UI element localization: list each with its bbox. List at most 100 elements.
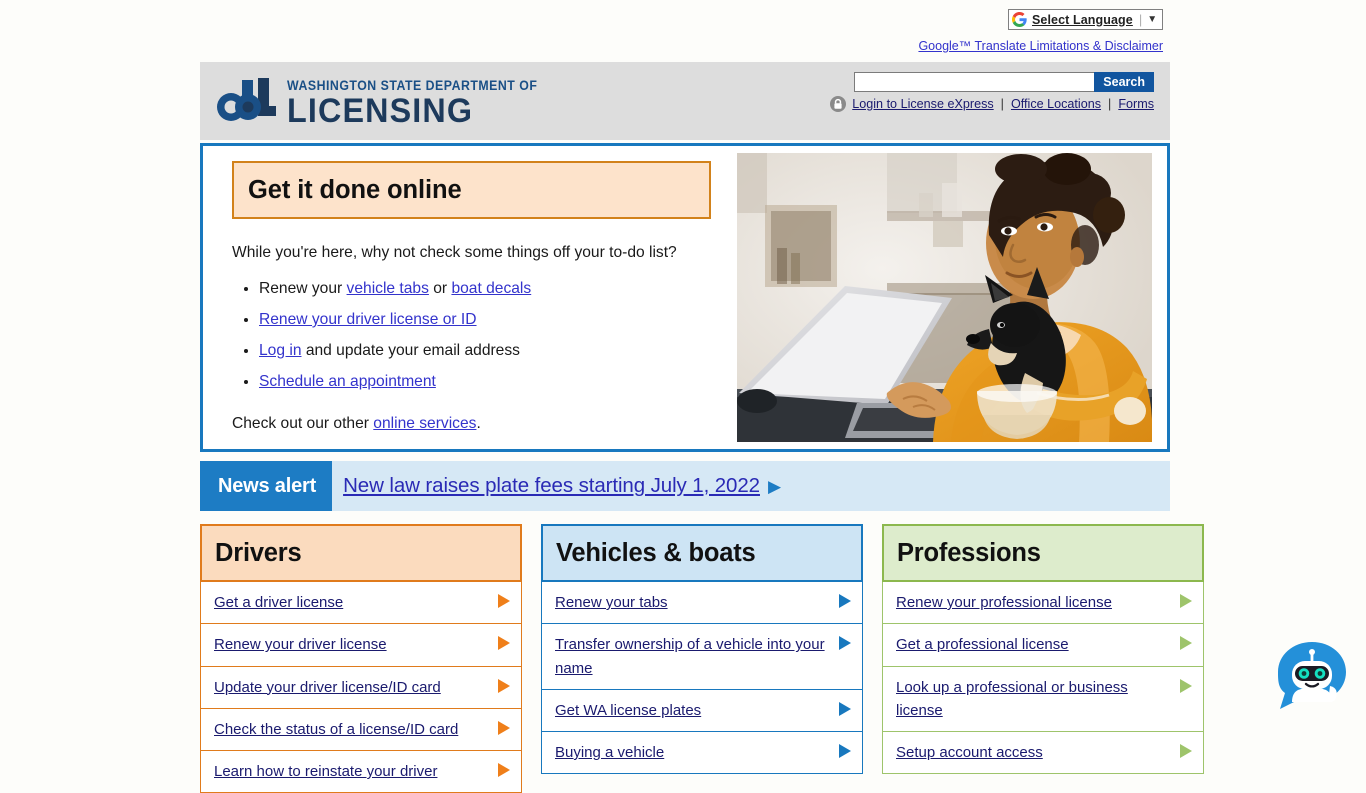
link-update-your-driver-license-id-card[interactable]: Update your driver license/ID card — [214, 676, 447, 699]
logo-line-department: WASHINGTON STATE DEPARTMENT OF — [287, 78, 538, 94]
link-renew-your-professional-license[interactable]: Renew your professional license — [896, 591, 1118, 614]
link-learn-how-to-reinstate-your-driver[interactable]: Learn how to reinstate your driver — [214, 760, 443, 783]
hero-outro-text: Check out our other online services. — [232, 415, 711, 433]
renew-driver-license-or-id-link[interactable]: Renew your driver license or ID — [259, 311, 477, 328]
link-setup-account-access[interactable]: Setup account access — [896, 741, 1049, 764]
chat-bot-icon — [1278, 642, 1346, 709]
boat-decals-link[interactable]: boat decals — [451, 280, 531, 297]
hero-task-list: Renew your vehicle tabs or boat decals R… — [232, 276, 711, 395]
vehicle-tabs-link[interactable]: vehicle tabs — [347, 280, 429, 297]
link-transfer-ownership-of-a-vehicle[interactable]: Transfer ownership of a vehicle into you… — [555, 633, 838, 680]
translate-disclaimer: Google™ Translate Limitations & Disclaim… — [0, 39, 1163, 53]
hero-item-2-suffix: and update your email address — [301, 341, 520, 359]
list-item[interactable]: Renew your professional license — [882, 582, 1204, 625]
card-vehicles-title: Vehicles & boats — [556, 538, 756, 567]
link-renew-your-tabs[interactable]: Renew your tabs — [555, 591, 674, 614]
list-item[interactable]: Get WA license plates — [541, 689, 863, 732]
card-drivers-list: Get a driver license Renew your driver l… — [200, 582, 522, 793]
link-separator-2: | — [1108, 97, 1112, 111]
play-arrow-icon — [838, 635, 852, 651]
link-check-the-status-of-a-license-id-card[interactable]: Check the status of a license/ID card — [214, 718, 464, 741]
play-arrow-icon — [497, 635, 511, 651]
card-professions-list: Renew your professional license Get a pr… — [882, 582, 1204, 775]
card-vehicles-and-boats: Vehicles & boats Renew your tabs Transfe… — [541, 524, 863, 775]
list-item[interactable]: Learn how to reinstate your driver — [200, 751, 522, 793]
select-language-separator: | — [1138, 12, 1143, 27]
login-license-express-link[interactable]: Login to License eXpress — [852, 97, 993, 111]
link-get-a-driver-license[interactable]: Get a driver license — [214, 591, 349, 614]
card-professions-header: Professions — [882, 524, 1204, 582]
play-arrow-icon — [497, 678, 511, 694]
link-renew-your-driver-license[interactable]: Renew your driver license — [214, 633, 393, 656]
hero-outro-suffix: . — [476, 415, 481, 432]
play-arrow-icon — [838, 593, 852, 609]
google-g-icon — [1012, 12, 1027, 27]
link-get-a-professional-license[interactable]: Get a professional license — [896, 633, 1075, 656]
select-language-dropdown[interactable]: Select Language | ▼ — [1008, 9, 1163, 30]
forms-link[interactable]: Forms — [1118, 97, 1154, 111]
office-locations-link[interactable]: Office Locations — [1011, 97, 1101, 111]
list-item[interactable]: Update your driver license/ID card — [200, 666, 522, 709]
logo-line-licensing: LICENSING — [287, 91, 474, 130]
play-arrow-icon — [497, 762, 511, 778]
play-arrow-icon — [838, 701, 852, 717]
list-item[interactable]: Get a professional license — [882, 624, 1204, 667]
hero-photo — [737, 153, 1152, 442]
link-buying-a-vehicle[interactable]: Buying a vehicle — [555, 741, 670, 764]
hero-item-0-mid: or — [428, 279, 452, 297]
card-drivers-header: Drivers — [200, 524, 522, 582]
hero-item-0-prefix: Renew your — [259, 279, 347, 297]
log-in-link[interactable]: Log in — [259, 342, 302, 359]
google-translate-bar: Select Language | ▼ Google™ Translate Li… — [0, 0, 1366, 56]
dol-logo-mark-icon — [215, 78, 277, 129]
play-arrow-icon — [1179, 743, 1193, 759]
list-item[interactable]: Check the status of a license/ID card — [200, 708, 522, 751]
news-alert-label: News alert — [200, 461, 333, 511]
list-item: Renew your vehicle tabs or boat decals — [259, 276, 711, 302]
link-look-up-a-professional-or-business-license[interactable]: Look up a professional or business licen… — [896, 676, 1179, 723]
play-arrow-icon: ▶ — [767, 476, 782, 496]
play-arrow-icon — [1179, 635, 1193, 651]
lock-icon — [830, 96, 847, 112]
list-item[interactable]: Renew your tabs — [541, 582, 863, 625]
news-alert-link[interactable]: New law raises plate fees starting July … — [343, 474, 760, 498]
list-item: Schedule an appointment — [259, 369, 711, 395]
hero-outro-prefix: Check out our other — [232, 415, 374, 432]
list-item[interactable]: Get a driver license — [200, 582, 522, 625]
search-input[interactable] — [854, 72, 1095, 92]
card-drivers: Drivers Get a driver license Renew your … — [200, 524, 522, 793]
play-arrow-icon — [497, 593, 511, 609]
online-services-link[interactable]: online services — [373, 415, 476, 432]
news-alert-body: New law raises plate fees starting July … — [332, 461, 781, 511]
header-utility-links: Login to License eXpress | Office Locati… — [830, 96, 1154, 112]
page-title: Get it done online — [248, 175, 462, 204]
hero-intro-text: While you're here, why not check some th… — [232, 244, 677, 261]
select-language-label: Select Language — [1032, 12, 1133, 27]
get-it-done-online-panel: Get it done online While you're here, wh… — [200, 143, 1170, 452]
card-drivers-title: Drivers — [215, 538, 302, 567]
link-get-wa-license-plates[interactable]: Get WA license plates — [555, 699, 707, 722]
hero-banner: Get it done online — [232, 161, 711, 219]
schedule-an-appointment-link[interactable]: Schedule an appointment — [259, 373, 436, 390]
play-arrow-icon — [838, 743, 852, 759]
dol-logo-text: WASHINGTON STATE DEPARTMENT OF LICENSING — [287, 78, 559, 130]
list-item[interactable]: Renew your driver license — [200, 624, 522, 667]
list-item: Renew your driver license or ID — [259, 307, 711, 333]
list-item[interactable]: Look up a professional or business licen… — [882, 666, 1204, 732]
chevron-down-icon[interactable]: ▼ — [1147, 14, 1157, 25]
play-arrow-icon — [1179, 678, 1193, 694]
hero-text-column: Get it done online While you're here, wh… — [211, 153, 723, 442]
search-button[interactable]: Search — [1094, 72, 1154, 92]
hero-image-column — [723, 153, 1160, 442]
news-alert-banner: News alert New law raises plate fees sta… — [200, 461, 1170, 511]
topic-cards: Drivers Get a driver license Renew your … — [200, 524, 1204, 793]
chat-bot-launcher[interactable] — [1268, 632, 1356, 720]
dol-logo[interactable]: WASHINGTON STATE DEPARTMENT OF LICENSING — [215, 78, 559, 129]
translate-disclaimer-link[interactable]: Google™ Translate Limitations & Disclaim… — [918, 39, 1163, 53]
card-vehicles-list: Renew your tabs Transfer ownership of a … — [541, 582, 863, 775]
list-item: Log in and update your email address — [259, 338, 711, 364]
link-separator-1: | — [1000, 97, 1004, 111]
list-item[interactable]: Transfer ownership of a vehicle into you… — [541, 624, 863, 690]
play-arrow-icon — [497, 720, 511, 736]
site-header: WASHINGTON STATE DEPARTMENT OF LICENSING… — [200, 62, 1170, 140]
